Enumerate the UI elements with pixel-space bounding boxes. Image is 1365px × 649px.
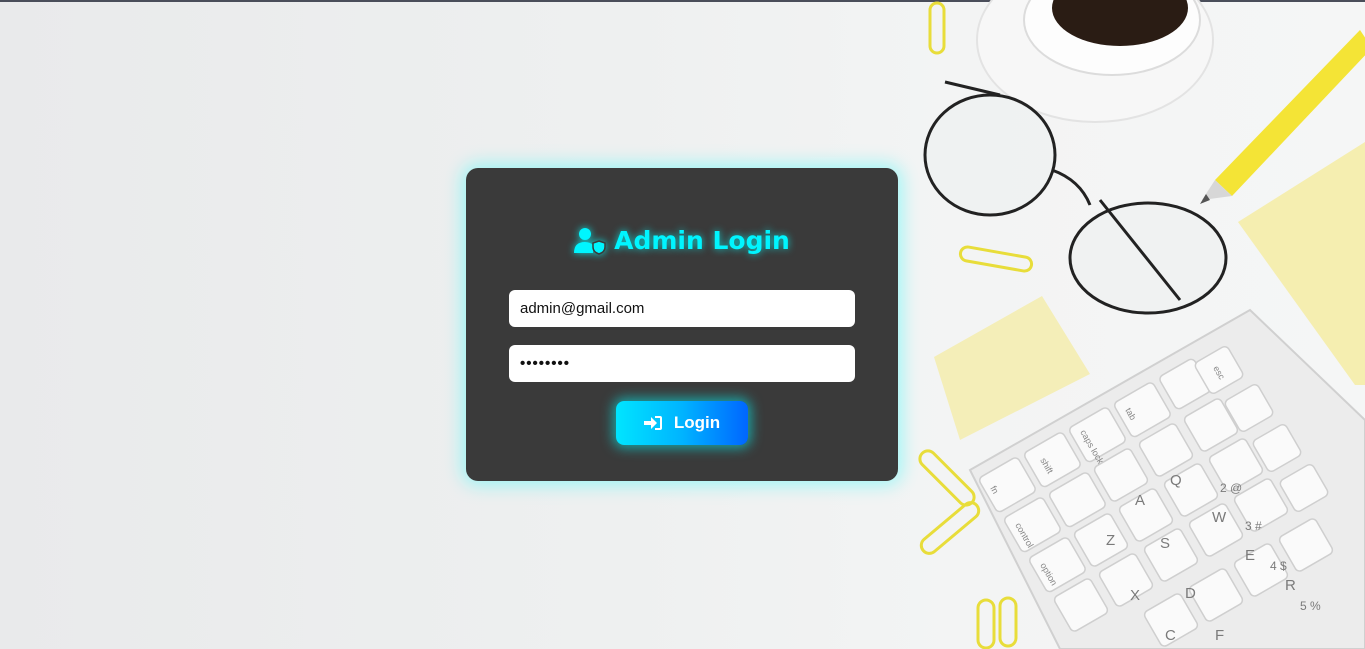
key-label: C: [1165, 627, 1176, 644]
key-label: Q: [1170, 472, 1182, 489]
key-label: D: [1185, 585, 1196, 602]
login-title-text: Admin Login: [614, 226, 790, 255]
password-field[interactable]: ••••••••: [509, 345, 855, 382]
user-shield-icon: [574, 227, 606, 255]
key-label: Z: [1106, 532, 1115, 549]
login-card: Admin Login admin@gmail.com •••••••• Log…: [466, 168, 898, 481]
login-button[interactable]: Login: [616, 401, 748, 445]
email-field[interactable]: admin@gmail.com: [509, 290, 855, 327]
key-label: 2 @: [1220, 481, 1242, 495]
key-label: W: [1212, 509, 1227, 526]
login-title: Admin Login: [466, 226, 898, 255]
key-label: F: [1215, 627, 1224, 644]
sign-in-icon: [643, 416, 662, 430]
key-label: S: [1160, 535, 1170, 552]
key-label: 4 $: [1270, 559, 1287, 573]
key-label: 5 %: [1300, 599, 1321, 613]
key-label: 3 #: [1245, 519, 1262, 533]
key-label: E: [1245, 547, 1255, 564]
key-label: A: [1135, 492, 1145, 509]
key-label: X: [1130, 587, 1140, 604]
login-button-label: Login: [673, 413, 721, 432]
key-label: R: [1285, 577, 1296, 594]
